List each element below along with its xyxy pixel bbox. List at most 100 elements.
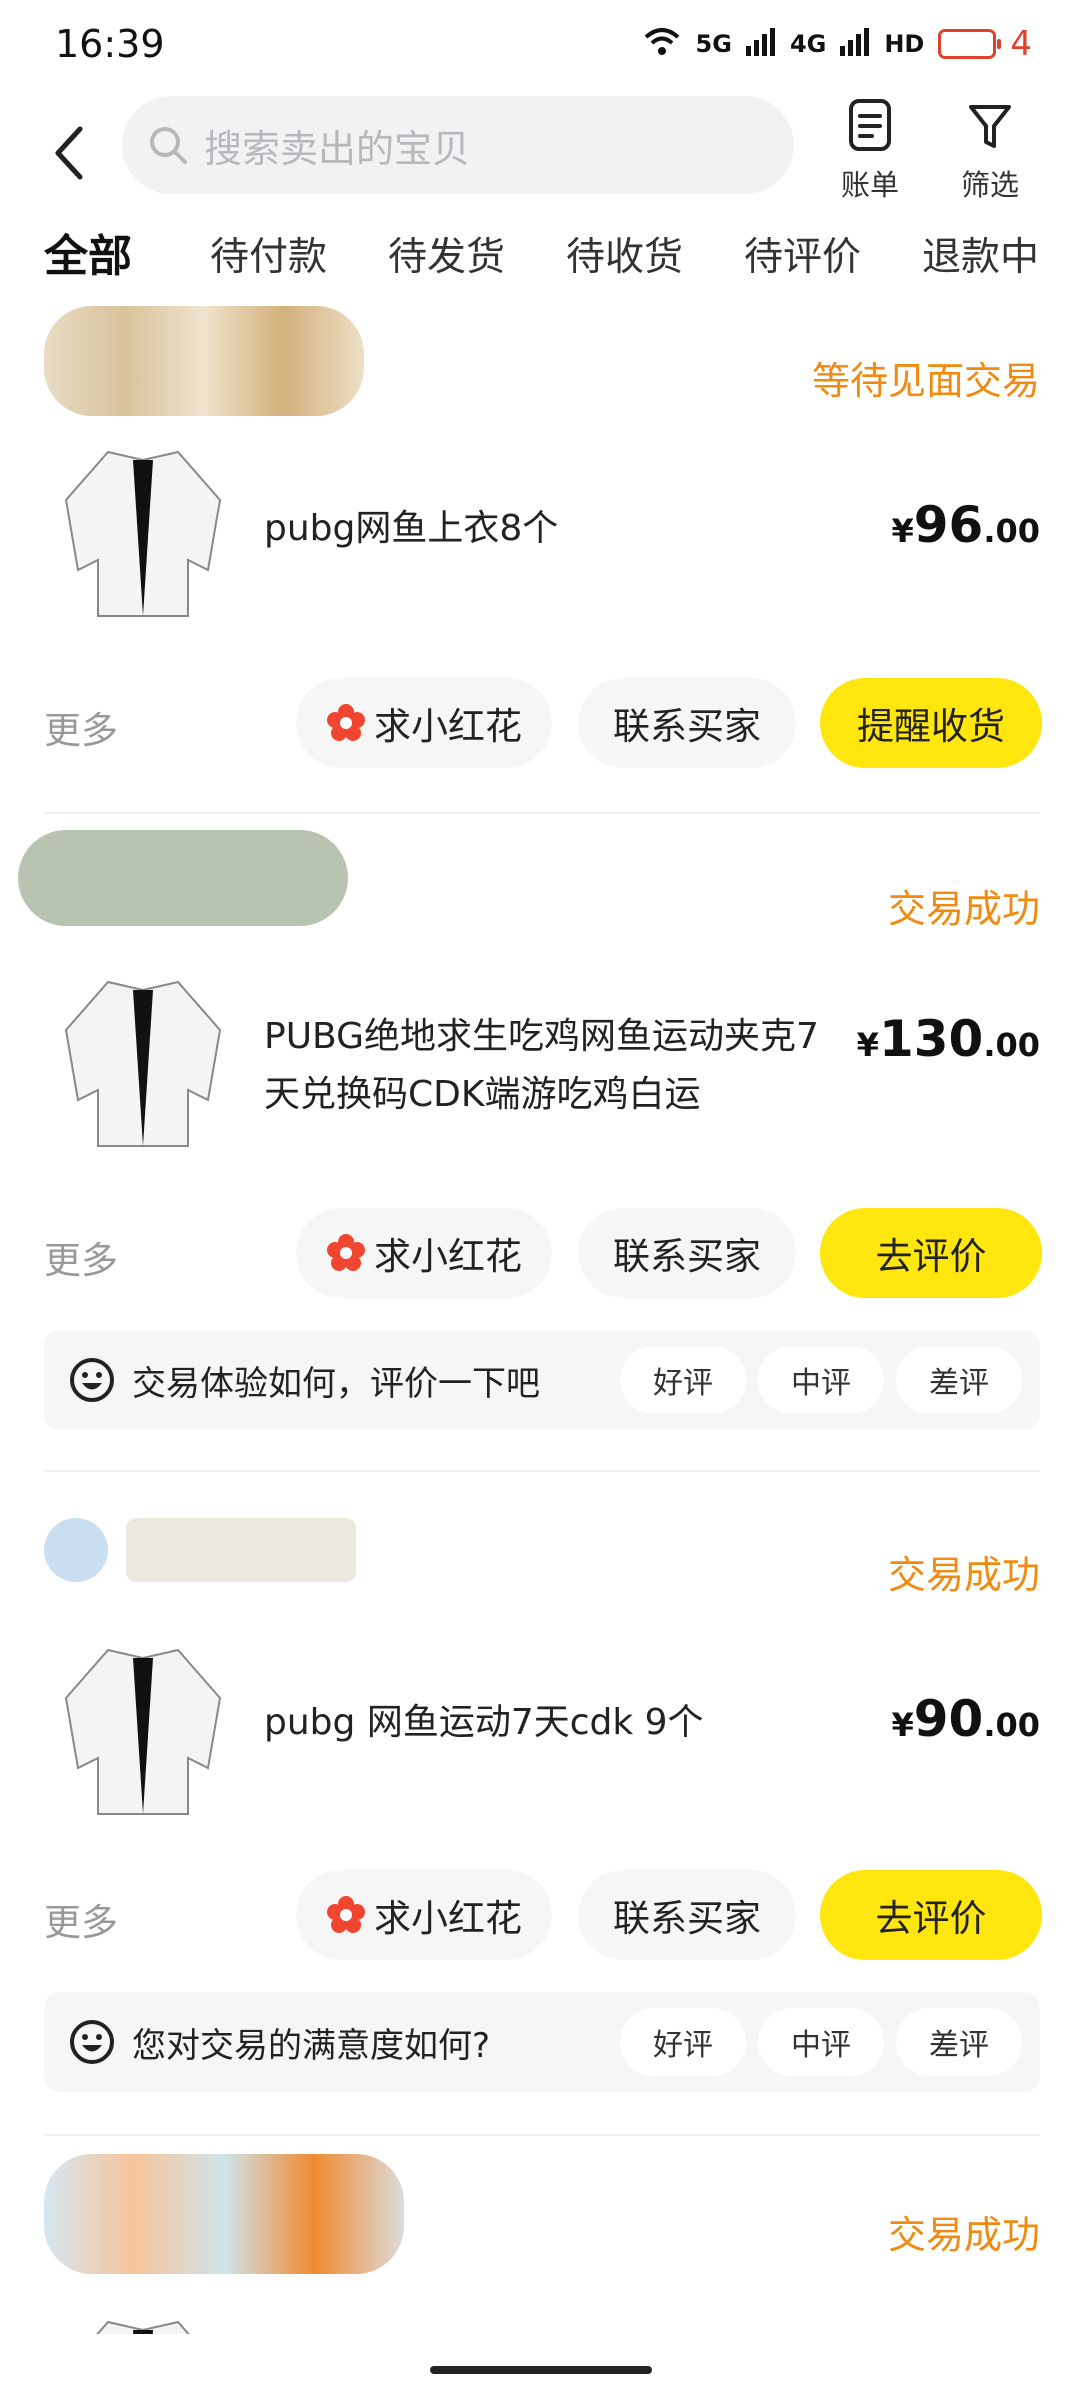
more-button[interactable]: 更多 [44,700,118,754]
rate-neutral-button[interactable]: 中评 [758,1346,884,1414]
rate-bad-button[interactable]: 差评 [896,2008,1022,2076]
battery-icon [938,29,1002,59]
button-label: 提醒收货 [857,705,1005,748]
order-status-tabs: 全部 待付款 待发货 待收货 待评价 退款中 [0,226,1080,306]
tab-refunding[interactable]: 退款中 [922,226,1039,282]
product-thumbnail[interactable] [48,430,238,620]
price-integer: 130 [878,1010,984,1068]
order-status: 等待见面交易 [811,359,1040,403]
filter-label: 筛选 [960,168,1019,202]
product-thumbnail[interactable] [48,2300,238,2334]
divider [44,2134,1040,2136]
rate-good-button[interactable]: 好评 [620,1346,746,1414]
ask-flower-button[interactable]: 求小红花 [296,1870,552,1960]
button-label: 去评价 [875,1235,987,1278]
price-currency: ¥ [891,1706,914,1744]
buyer-avatar[interactable] [18,830,348,926]
flower-icon [326,703,366,743]
buyer-avatar[interactable] [44,306,364,416]
more-button[interactable]: 更多 [44,1892,118,1946]
ask-flower-button[interactable]: 求小红花 [296,1208,552,1298]
product-title[interactable]: pubg网鱼上衣8个 [264,500,854,558]
product-price: ¥96.00 [891,496,1040,554]
tab-label: 全部 [44,231,132,282]
tab-label: 待评价 [744,235,862,280]
tab-label: 退款中 [922,235,1040,280]
button-label: 求小红花 [374,705,522,748]
search-placeholder: 搜索卖出的宝贝 [204,126,471,171]
hd-icon: HD [884,30,925,58]
button-label: 联系买家 [613,1897,761,1940]
rate-bad-button[interactable]: 差评 [896,1346,1022,1414]
sold-orders-page: 16:39 5G 4G HD 4 搜索卖出的宝贝 账单 筛选 全部 待付款 待发… [0,0,1080,2400]
contact-buyer-button[interactable]: 联系买家 [578,1870,796,1960]
product-title[interactable]: PUBG绝地求生吃鸡网鱼运动夹克7天兑换码CDK端游吃鸡白运 [264,1008,854,1124]
status-icons: 5G 4G HD 4 [642,24,1032,64]
signal-4g-icon: 4G [789,30,827,58]
price-currency: ¥ [891,512,914,550]
button-label: 求小红花 [374,1897,522,1940]
search-icon [148,125,188,165]
signal-bars-icon [745,28,776,60]
write-review-button[interactable]: 去评价 [820,1870,1042,1960]
contact-buyer-button[interactable]: 联系买家 [578,678,796,768]
signal-bars-icon [840,28,870,60]
price-decimal: .00 [983,1026,1040,1064]
ask-flower-button[interactable]: 求小红花 [296,678,552,768]
bill-label: 账单 [840,168,899,202]
divider [44,812,1040,814]
remind-receipt-button[interactable]: 提醒收货 [820,678,1042,768]
smile-face-icon [68,1356,116,1408]
rate-good-button[interactable]: 好评 [620,2008,746,2076]
price-decimal: .00 [983,1706,1040,1744]
buyer-avatar[interactable] [44,1518,108,1582]
flower-icon [326,1895,366,1935]
tab-pending-payment[interactable]: 待付款 [210,226,327,282]
product-price: ¥90.00 [891,1690,1040,1748]
product-thumbnail[interactable] [48,960,238,1150]
price-integer: 90 [913,1690,984,1748]
order-status: 交易成功 [887,2213,1040,2257]
tab-pending-review[interactable]: 待评价 [744,226,861,282]
signal-5g-icon: 5G [695,30,732,58]
tab-pending-shipment[interactable]: 待发货 [388,226,505,282]
order-status: 交易成功 [887,1553,1040,1597]
review-question: 您对交易的满意度如何? [132,2026,491,2066]
wifi-icon [642,27,682,61]
button-label: 求小红花 [374,1235,522,1278]
write-review-button[interactable]: 去评价 [820,1208,1042,1298]
button-label: 去评价 [875,1897,987,1940]
rate-neutral-button[interactable]: 中评 [758,2008,884,2076]
flower-icon [326,1233,366,1273]
search-input[interactable]: 搜索卖出的宝贝 [122,96,794,194]
tab-all[interactable]: 全部 [42,220,134,284]
price-currency: ¥ [856,1026,879,1064]
order-status: 交易成功 [887,887,1040,931]
review-question: 交易体验如何，评价一下吧 [132,1364,540,1404]
tab-label: 待付款 [210,235,328,280]
button-label: 联系买家 [613,1235,761,1278]
filter-button[interactable]: 筛选 [940,90,1040,204]
chevron-left-icon [55,126,83,180]
button-label: 联系买家 [613,705,761,748]
divider [44,1470,1040,1472]
bill-button[interactable]: 账单 [820,90,920,204]
home-indicator[interactable] [430,2366,652,2374]
status-time: 16:39 [55,22,165,66]
product-title[interactable]: pubg 网鱼运动7天cdk 9个 [264,1694,854,1752]
more-button[interactable]: 更多 [44,1230,118,1284]
review-prompt: 交易体验如何，评价一下吧 好评 中评 差评 [44,1330,1040,1430]
buyer-name-image[interactable] [126,1518,356,1582]
product-thumbnail[interactable] [48,1628,238,1818]
receipt-icon [820,90,920,152]
tab-label: 待收货 [566,235,684,280]
tab-pending-receipt[interactable]: 待收货 [566,226,683,282]
tab-label: 待发货 [388,235,506,280]
price-decimal: .00 [983,512,1040,550]
back-button[interactable] [38,108,98,198]
product-price: ¥130.00 [857,1010,1040,1068]
smile-face-icon [68,2018,116,2070]
buyer-avatar[interactable] [44,2154,404,2274]
contact-buyer-button[interactable]: 联系买家 [578,1208,796,1298]
status-bar: 16:39 5G 4G HD 4 [0,0,1080,90]
